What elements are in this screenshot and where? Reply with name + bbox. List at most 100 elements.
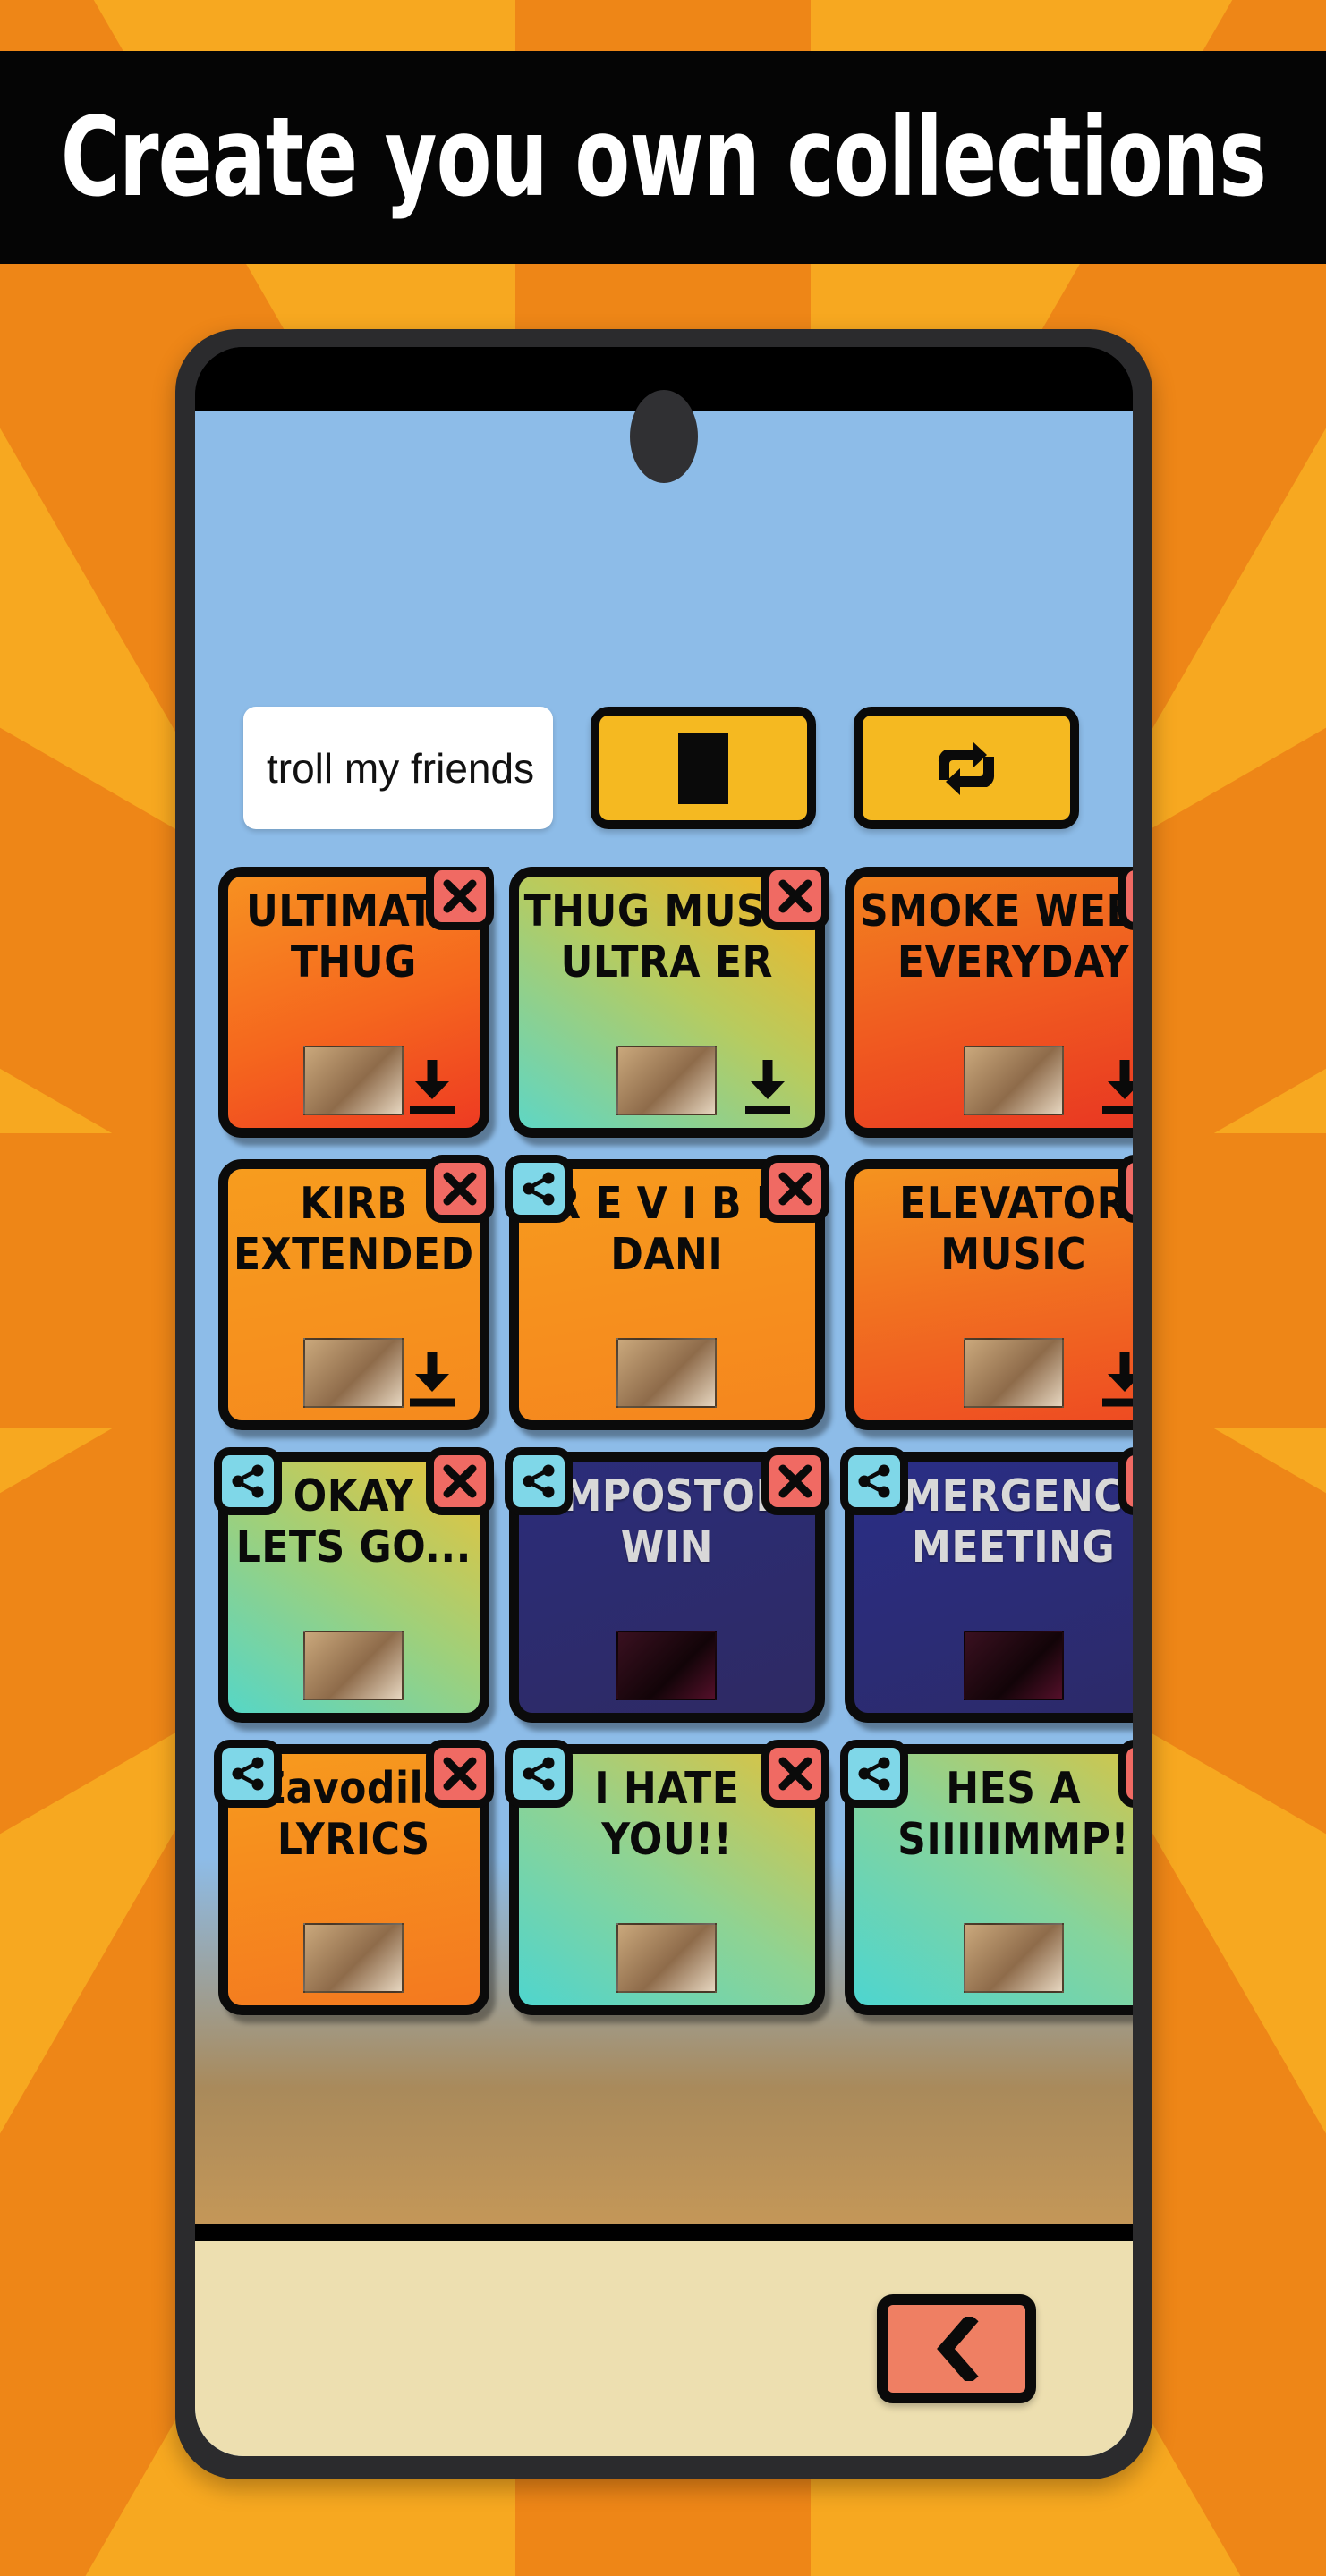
phone-mockup: troll my friends ULTIMATE THUG THUG MUSIC U… — [175, 329, 1152, 2479]
sound-tile-title-line2: LYRICS — [276, 1813, 430, 1865]
sound-tile-grid: ULTIMATETHUGTHUG MUSICULTRA ERSMOKE WEED… — [195, 867, 1133, 2015]
sound-tile-title-line1: ELEVATOR — [899, 1178, 1128, 1229]
share-icon — [521, 1463, 557, 1499]
sound-tile-thumbnail — [963, 1046, 1064, 1115]
collection-scroll-area[interactable]: ULTIMATETHUGTHUG MUSICULTRA ERSMOKE WEED… — [195, 867, 1133, 2224]
camera-punchhole-icon — [630, 390, 698, 483]
sound-tile-title-line2: EXTENDED — [234, 1228, 474, 1280]
delete-tile-button[interactable] — [761, 1155, 829, 1223]
download-icon — [404, 1349, 460, 1408]
delete-tile-button[interactable] — [761, 867, 829, 930]
share-tile-button[interactable] — [214, 1740, 282, 1808]
sound-tile[interactable]: SMOKE WEEDEVERYDAY — [845, 867, 1133, 1138]
sound-tile[interactable]: R E V I B E DANI — [504, 1155, 829, 1430]
close-icon — [442, 1463, 478, 1499]
collection-name-input[interactable]: troll my friends — [243, 707, 553, 829]
share-icon — [521, 1171, 557, 1207]
share-icon — [856, 1756, 892, 1792]
sound-tile-title-line2: YOU!! — [601, 1813, 733, 1865]
share-tile-button[interactable] — [504, 1155, 573, 1223]
phone-screen-frame: troll my friends ULTIMATE THUG THUG MUSIC U… — [195, 347, 1133, 2456]
share-tile-button[interactable] — [840, 1740, 908, 1808]
close-icon — [442, 1171, 478, 1207]
sound-tile[interactable]: IMPOSTOR WIN — [504, 1447, 829, 1723]
app-screen: troll my friends ULTIMATE THUG THUG MUSIC U… — [195, 411, 1133, 2456]
promo-banner: Create you own collections — [0, 51, 1326, 264]
sound-tile-thumbnail — [616, 1631, 718, 1700]
delete-tile-button[interactable] — [1118, 1155, 1133, 1223]
share-tile-button[interactable] — [504, 1740, 573, 1808]
download-icon — [1097, 1056, 1133, 1115]
share-tile-button[interactable] — [214, 1447, 282, 1515]
controls-row: troll my friends — [195, 707, 1133, 829]
sound-tile-thumbnail — [963, 1923, 1064, 1993]
bottom-divider — [195, 2224, 1133, 2241]
sound-tile[interactable]: HES A SIIIIIMMP! — [840, 1740, 1133, 2015]
share-icon — [230, 1463, 266, 1499]
download-tile-button[interactable] — [404, 1349, 460, 1408]
delete-tile-button[interactable] — [425, 1155, 494, 1223]
close-icon — [778, 878, 813, 914]
sound-tile-title-line1: SMOKE WEED — [860, 886, 1133, 936]
delete-tile-button[interactable] — [1118, 1740, 1133, 1808]
sound-tile-thumbnail — [303, 1923, 404, 1993]
close-icon — [778, 1171, 813, 1207]
sound-tile-title-line2: LETS GO... — [235, 1521, 472, 1572]
close-icon — [778, 1463, 813, 1499]
sound-tile[interactable]: KIRB EXTENDED — [218, 1155, 494, 1430]
download-tile-button[interactable] — [1097, 1349, 1133, 1408]
sound-tile-thumbnail — [616, 1338, 718, 1408]
delete-tile-button[interactable] — [425, 1740, 494, 1808]
share-icon — [521, 1756, 557, 1792]
share-tile-button[interactable] — [840, 1447, 908, 1515]
sound-tile-thumbnail — [616, 1046, 718, 1115]
stop-button[interactable] — [591, 707, 816, 829]
close-icon — [778, 1756, 813, 1792]
sound-tile-thumbnail — [303, 1631, 404, 1700]
stop-icon — [678, 732, 728, 804]
sound-tile-title-line2: MUSIC — [940, 1228, 1086, 1280]
download-tile-button[interactable] — [404, 1056, 460, 1115]
download-icon — [740, 1056, 795, 1115]
sound-tile-title-line2: SIIIIIMMP! — [897, 1813, 1130, 1865]
sound-tile-title-line2: DANI — [610, 1228, 724, 1280]
sound-tile[interactable]: ELEVATOR MUSIC — [845, 1155, 1133, 1430]
delete-tile-button[interactable] — [425, 867, 494, 930]
share-tile-button[interactable] — [504, 1447, 573, 1515]
bottom-bar — [195, 2241, 1133, 2456]
delete-tile-button[interactable] — [1118, 1447, 1133, 1515]
back-button[interactable] — [877, 2294, 1036, 2403]
sound-tile[interactable]: I HATE YOU!! — [504, 1740, 829, 2015]
sound-tile[interactable]: ULTIMATE THUG — [218, 867, 494, 1138]
banner-title: Create you own collections — [60, 94, 1266, 221]
delete-tile-button[interactable] — [1118, 867, 1133, 930]
sound-tile[interactable]: OKAY LETS GO... — [214, 1447, 494, 1723]
download-icon — [404, 1056, 460, 1115]
close-icon — [442, 1756, 478, 1792]
delete-tile-button[interactable] — [425, 1447, 494, 1515]
delete-tile-button[interactable] — [761, 1447, 829, 1515]
sound-tile-title-line2: EVERYDAY — [897, 936, 1130, 987]
sound-tile-thumbnail — [963, 1338, 1064, 1408]
loop-button[interactable] — [854, 707, 1079, 829]
sound-tile-title-line2: MEETING — [912, 1521, 1116, 1572]
download-tile-button[interactable] — [1097, 1056, 1133, 1115]
close-icon — [442, 878, 478, 914]
sound-tile-title-line2: ULTRA ER — [560, 936, 773, 987]
download-icon — [1097, 1349, 1133, 1408]
sound-tile[interactable]: EMERGENCY MEETING — [840, 1447, 1133, 1723]
download-tile-button[interactable] — [740, 1056, 795, 1115]
chevron-left-icon — [933, 2317, 980, 2381]
sound-tile-title-line2: WIN — [620, 1521, 713, 1572]
sound-tile[interactable]: THUG MUSIC ULTRA ER — [508, 867, 829, 1138]
loop-icon — [933, 739, 999, 798]
delete-tile-button[interactable] — [761, 1740, 829, 1808]
share-icon — [856, 1463, 892, 1499]
sound-tile-thumbnail — [303, 1046, 404, 1115]
sound-tile-thumbnail — [963, 1631, 1064, 1700]
sound-tile[interactable]: Zavodila LYRICS — [214, 1740, 494, 2015]
share-icon — [230, 1756, 266, 1792]
sound-tile-thumbnail — [303, 1338, 404, 1408]
sound-tile-title-line2: THUG — [290, 936, 417, 987]
sound-tile-thumbnail — [616, 1923, 718, 1993]
